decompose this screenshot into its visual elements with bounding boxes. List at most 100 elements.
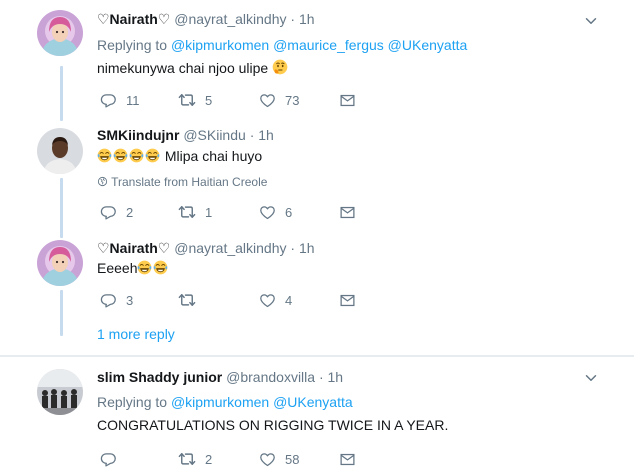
replying-to-label: Replying to (97, 37, 168, 53)
user-handle[interactable]: @brandoxvilla (226, 369, 315, 385)
envelope-icon (339, 204, 356, 221)
timestamp[interactable]: 1h (299, 240, 315, 256)
retweet-count: 5 (205, 92, 213, 108)
tweet-text: CONGRATULATIONS ON RIGGING TWICE IN A YE… (97, 417, 449, 433)
tweet[interactable]: ♡Nairath♡ @nayrat_alkindhy · 1h Replying… (0, 0, 634, 120)
like-button[interactable]: 73 (259, 90, 299, 110)
reply-button[interactable]: 2 (100, 202, 133, 222)
tears-of-joy-icon (137, 260, 152, 275)
direct-message-button[interactable] (339, 290, 356, 310)
tweet-header: ♡Nairath♡ @nayrat_alkindhy · 1h (97, 11, 315, 28)
envelope-icon (339, 92, 356, 109)
retweet-button[interactable] (178, 290, 205, 310)
timestamp[interactable]: 1h (299, 11, 315, 27)
avatar-image-icon (37, 128, 83, 174)
replying-to: Replying to @kipmurkomen @maurice_fergus… (97, 37, 467, 53)
tweet[interactable]: ♡Nairath♡ @nayrat_alkindhy · 1h Eeeeh 3 … (0, 232, 634, 322)
like-button[interactable]: 6 (259, 202, 292, 222)
reply-button[interactable]: 3 (100, 290, 133, 310)
user-handle[interactable]: @SKiindu (183, 127, 245, 143)
reply-icon (100, 92, 117, 109)
display-name[interactable]: slim Shaddy junior (97, 369, 222, 385)
user-handle[interactable]: @nayrat_alkindhy (174, 11, 286, 27)
mention-link[interactable]: @maurice_fergus (273, 37, 384, 53)
reply-count: 11 (126, 92, 140, 108)
avatar-image-icon (37, 240, 83, 286)
retweet-button[interactable]: 5 (178, 90, 212, 110)
separator-dot: · (290, 11, 296, 27)
like-count: 6 (285, 204, 293, 220)
tweet[interactable]: SMKiindujnr @SKiindu · 1h Mlipa chai huy… (0, 120, 634, 232)
thinking-face-icon (272, 59, 288, 75)
envelope-icon (339, 292, 356, 309)
tears-of-joy-icon (153, 260, 168, 275)
mention-link[interactable]: @kipmurkomen (171, 394, 269, 410)
translate-label: Translate from Haitian Creole (111, 175, 268, 189)
tweet-header: slim Shaddy junior @brandoxvilla · 1h (97, 369, 343, 385)
globe-icon (97, 176, 108, 187)
avatar[interactable] (37, 240, 83, 286)
direct-message-button[interactable] (339, 449, 356, 469)
direct-message-button[interactable] (339, 90, 356, 110)
avatar[interactable] (37, 369, 83, 415)
timestamp[interactable]: 1h (328, 369, 344, 385)
tweet-header: SMKiindujnr @SKiindu · 1h (97, 127, 274, 143)
tweet-text-content: Eeeeh (97, 260, 138, 276)
replying-to-label: Replying to (97, 394, 168, 410)
retweet-button[interactable]: 1 (178, 202, 212, 222)
separator-dot: · (249, 127, 255, 143)
replying-to: Replying to @kipmurkomen @UKenyatta (97, 394, 353, 410)
tweet-text: Mlipa chai huyo (97, 148, 262, 164)
reply-button[interactable]: 11 (100, 90, 140, 110)
retweet-count: 2 (205, 451, 213, 467)
tweet-text: Eeeeh (97, 260, 169, 276)
retweet-button[interactable]: 2 (178, 449, 212, 469)
reply-icon (100, 204, 117, 221)
mention-link[interactable]: @UKenyatta (388, 37, 468, 53)
display-name[interactable]: ♡Nairath♡ (97, 11, 170, 27)
tweet-actions: 11 5 73 (100, 90, 360, 110)
avatar-image-icon (37, 10, 83, 56)
retweet-icon (178, 91, 196, 109)
tears-of-joy-icon (129, 148, 144, 163)
translate-link[interactable]: Translate from Haitian Creole (97, 175, 267, 189)
like-count: 73 (285, 92, 300, 108)
tears-of-joy-icon (113, 148, 128, 163)
reply-icon (100, 292, 117, 309)
heart-icon (259, 292, 276, 309)
like-count: 58 (285, 451, 300, 467)
like-button[interactable]: 4 (259, 290, 292, 310)
chevron-down-icon[interactable] (582, 369, 600, 387)
mention-link[interactable]: @UKenyatta (273, 394, 353, 410)
more-replies-link[interactable]: 1 more reply (97, 326, 175, 342)
separator-dot: · (318, 369, 324, 385)
tweet-text: nimekunywa chai njoo ulipe (97, 59, 289, 76)
tears-of-joy-icon (97, 148, 112, 163)
like-button[interactable]: 58 (259, 449, 299, 469)
tweet-actions: 2 1 6 (100, 202, 360, 222)
separator-dot: · (290, 240, 296, 256)
reply-count: 2 (126, 204, 134, 220)
reply-icon (100, 451, 117, 468)
user-handle[interactable]: @nayrat_alkindhy (174, 240, 286, 256)
display-name[interactable]: ♡Nairath♡ (97, 240, 170, 256)
avatar[interactable] (37, 128, 83, 174)
tweet[interactable]: slim Shaddy junior @brandoxvilla · 1h Re… (0, 357, 634, 472)
heart-icon (259, 204, 276, 221)
tweet-text-content: Mlipa chai huyo (164, 148, 263, 164)
retweet-icon (178, 450, 196, 468)
tweet-actions: 3 4 (100, 290, 360, 310)
reply-button[interactable] (100, 449, 126, 469)
retweet-icon (178, 291, 196, 309)
avatar-image-icon (37, 369, 83, 415)
display-name[interactable]: SMKiindujnr (97, 127, 179, 143)
retweet-icon (178, 203, 196, 221)
tweet-actions: 2 58 (100, 449, 360, 469)
avatar[interactable] (37, 10, 83, 56)
chevron-down-icon[interactable] (582, 12, 600, 30)
direct-message-button[interactable] (339, 202, 356, 222)
tweet-text-content: nimekunywa chai njoo ulipe (97, 60, 269, 76)
mention-link[interactable]: @kipmurkomen (171, 37, 269, 53)
envelope-icon (339, 451, 356, 468)
timestamp[interactable]: 1h (258, 127, 274, 143)
